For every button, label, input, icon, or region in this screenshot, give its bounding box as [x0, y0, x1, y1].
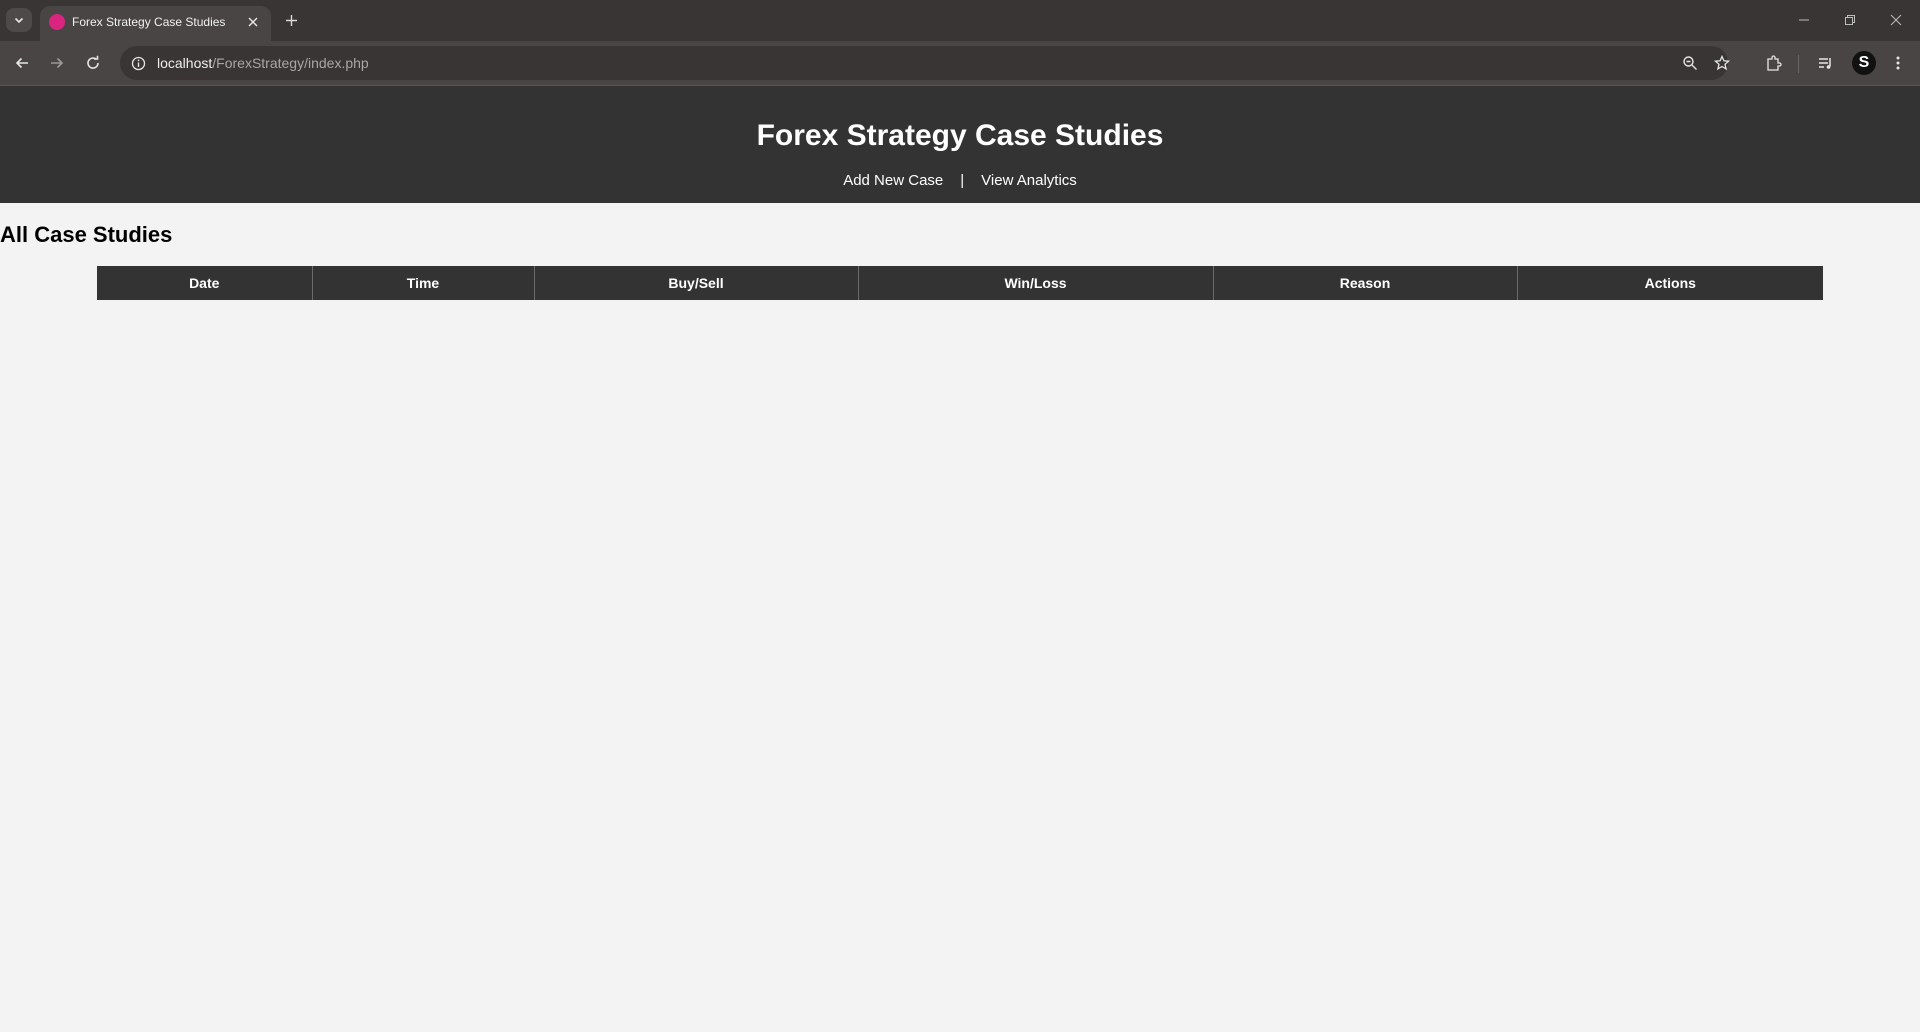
site-info-button[interactable]: [128, 53, 148, 73]
site-header: Forex Strategy Case Studies Add New Case…: [0, 86, 1920, 203]
minimize-button[interactable]: [1792, 8, 1816, 32]
reload-icon: [87, 55, 99, 69]
site-title: Forex Strategy Case Studies: [756, 119, 1164, 152]
page-content: Forex Strategy Case Studies Add New Case…: [0, 86, 1920, 1032]
close-icon: [248, 17, 258, 27]
star-icon: [1714, 55, 1730, 71]
forward-button[interactable]: [45, 51, 69, 75]
browser-toolbar: localhost/ForexStrategy/index.php S: [0, 41, 1920, 86]
url-path: /ForexStrategy/index.php: [212, 55, 369, 71]
back-button[interactable]: [10, 51, 34, 75]
browser-menu-button[interactable]: [1886, 51, 1910, 75]
column-header-actions: Actions: [1516, 266, 1823, 300]
nav-separator: |: [960, 172, 965, 189]
toolbar-divider: [1798, 55, 1799, 73]
site-nav: Add New Case | View Analytics: [0, 172, 1920, 189]
extensions-button[interactable]: [1761, 51, 1785, 75]
browser-tabstrip: Forex Strategy Case Studies: [0, 0, 1920, 41]
puzzle-icon: [1766, 54, 1782, 71]
kebab-menu-icon: [1896, 56, 1900, 70]
column-header-reason: Reason: [1212, 266, 1518, 300]
browser-tab[interactable]: Forex Strategy Case Studies: [40, 6, 271, 41]
profile-avatar[interactable]: S: [1852, 51, 1876, 75]
chevron-down-icon: [14, 17, 24, 24]
case-studies-table: Date Time Buy/Sell Win/Loss Reason Actio…: [97, 266, 1823, 300]
reload-button[interactable]: [81, 51, 105, 75]
media-control-button[interactable]: [1813, 51, 1837, 75]
column-header-win-loss: Win/Loss: [857, 266, 1214, 300]
table-header-row: Date Time Buy/Sell Win/Loss Reason Actio…: [97, 266, 1823, 300]
media-control-icon: [1818, 57, 1831, 69]
close-window-button[interactable]: [1884, 8, 1908, 32]
arrow-left-icon: [15, 57, 28, 69]
favicon-icon: [49, 14, 65, 30]
url-host: localhost: [157, 55, 213, 71]
bookmark-button[interactable]: [1712, 53, 1732, 73]
new-tab-button[interactable]: [280, 9, 302, 31]
info-icon: [131, 56, 145, 70]
minimize-icon: [1799, 19, 1809, 21]
tab-title: Forex Strategy Case Studies: [72, 15, 226, 29]
column-header-buy-sell: Buy/Sell: [533, 266, 859, 300]
view-analytics-link[interactable]: View Analytics: [981, 172, 1077, 189]
column-header-time: Time: [311, 266, 535, 300]
zoom-icon: [1683, 56, 1697, 70]
restore-icon: [1845, 15, 1855, 25]
arrow-right-icon: [51, 57, 64, 69]
section-title: All Case Studies: [0, 222, 173, 247]
column-header-date: Date: [97, 266, 313, 300]
add-new-case-link[interactable]: Add New Case: [843, 172, 943, 189]
restore-button[interactable]: [1838, 8, 1862, 32]
tab-search-button[interactable]: [6, 8, 32, 32]
url-text[interactable]: localhost/ForexStrategy/index.php: [157, 55, 369, 71]
close-icon: [1890, 14, 1902, 26]
zoom-button[interactable]: [1680, 53, 1700, 73]
address-bar[interactable]: localhost/ForexStrategy/index.php: [120, 46, 1730, 80]
plus-icon: [285, 14, 297, 26]
tab-close-button[interactable]: [243, 12, 263, 32]
